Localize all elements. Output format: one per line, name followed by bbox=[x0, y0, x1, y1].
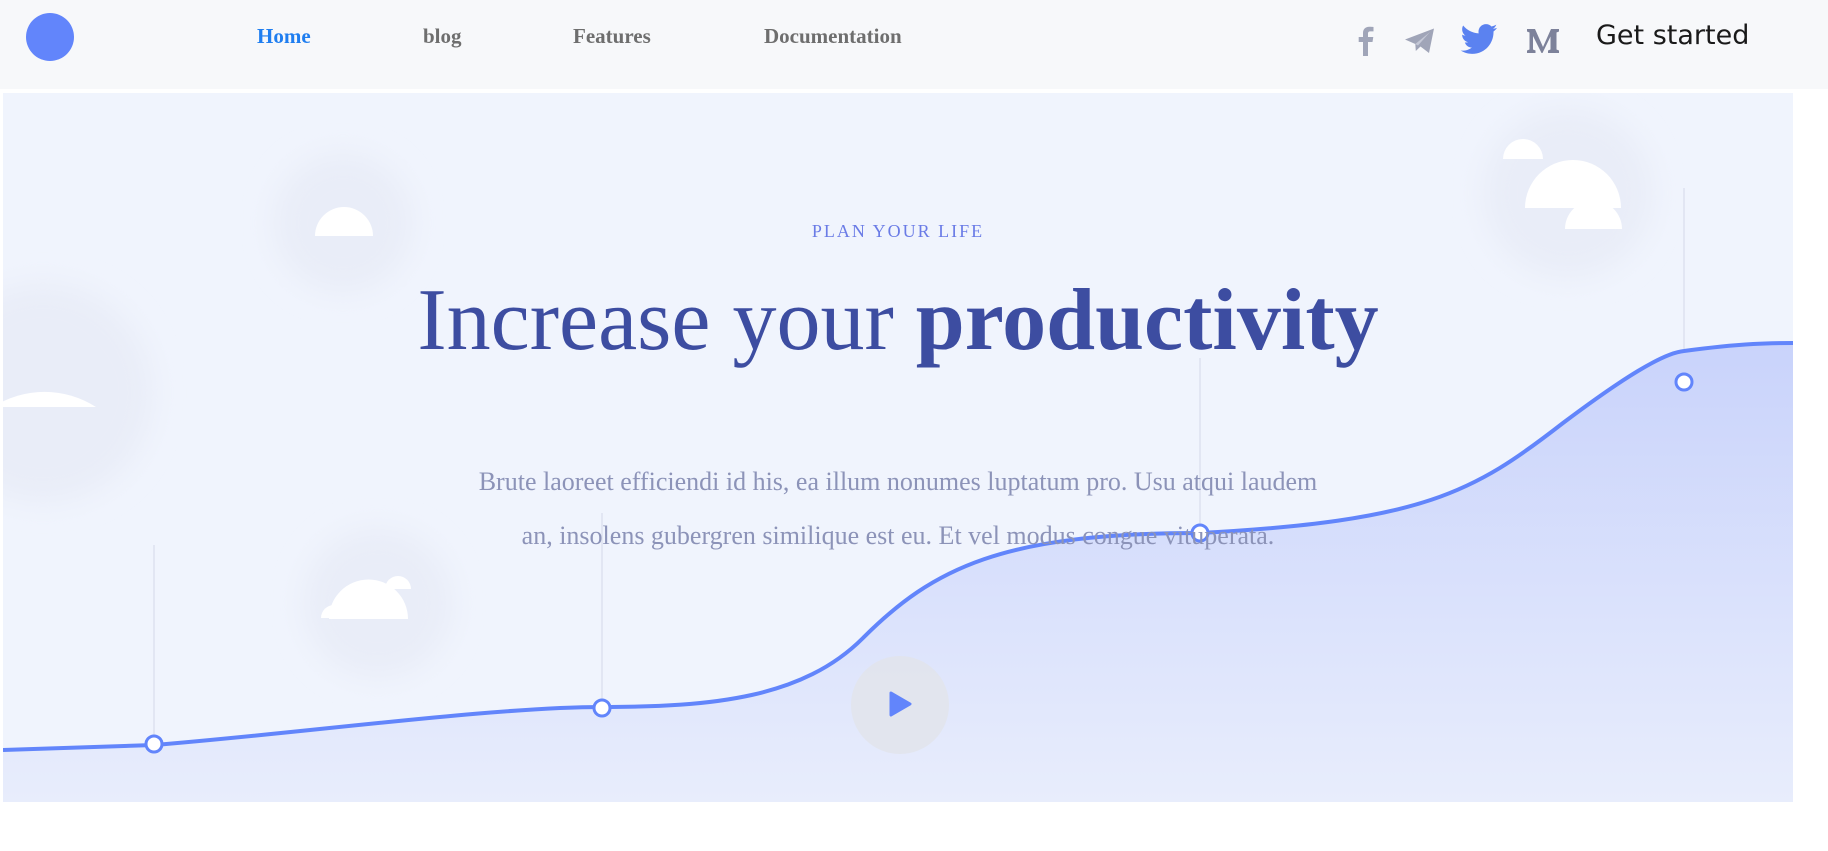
nav-link-documentation[interactable]: Documentation bbox=[764, 24, 902, 49]
nav-link-blog[interactable]: blog bbox=[423, 24, 462, 49]
facebook-icon[interactable] bbox=[1346, 20, 1386, 60]
hero-section: PLAN YOUR LIFE Increase your productivit… bbox=[3, 93, 1793, 802]
brand-logo[interactable] bbox=[26, 13, 74, 61]
headline-bold: productivity bbox=[915, 272, 1379, 369]
play-video-button[interactable] bbox=[851, 656, 949, 754]
play-icon bbox=[889, 691, 912, 717]
get-started-button[interactable]: Get started bbox=[1596, 20, 1749, 51]
twitter-icon[interactable] bbox=[1459, 20, 1499, 60]
medium-icon[interactable] bbox=[1523, 20, 1563, 60]
nav-link-home[interactable]: Home bbox=[257, 24, 311, 49]
site-header: Home blog Features Documentation Get sta… bbox=[0, 0, 1828, 89]
hero-description: Brute laoreet efficiendi id his, ea illu… bbox=[478, 467, 1318, 550]
chart-marker bbox=[144, 734, 164, 754]
hero-headline: Increase your productivity bbox=[3, 272, 1793, 370]
headline-regular: Increase your bbox=[417, 272, 894, 369]
nav-link-features[interactable]: Features bbox=[573, 24, 651, 49]
chart-marker bbox=[592, 698, 612, 718]
telegram-icon[interactable] bbox=[1400, 20, 1440, 60]
chart-marker bbox=[1674, 372, 1694, 392]
hero-eyebrow: PLAN YOUR LIFE bbox=[811, 221, 985, 241]
